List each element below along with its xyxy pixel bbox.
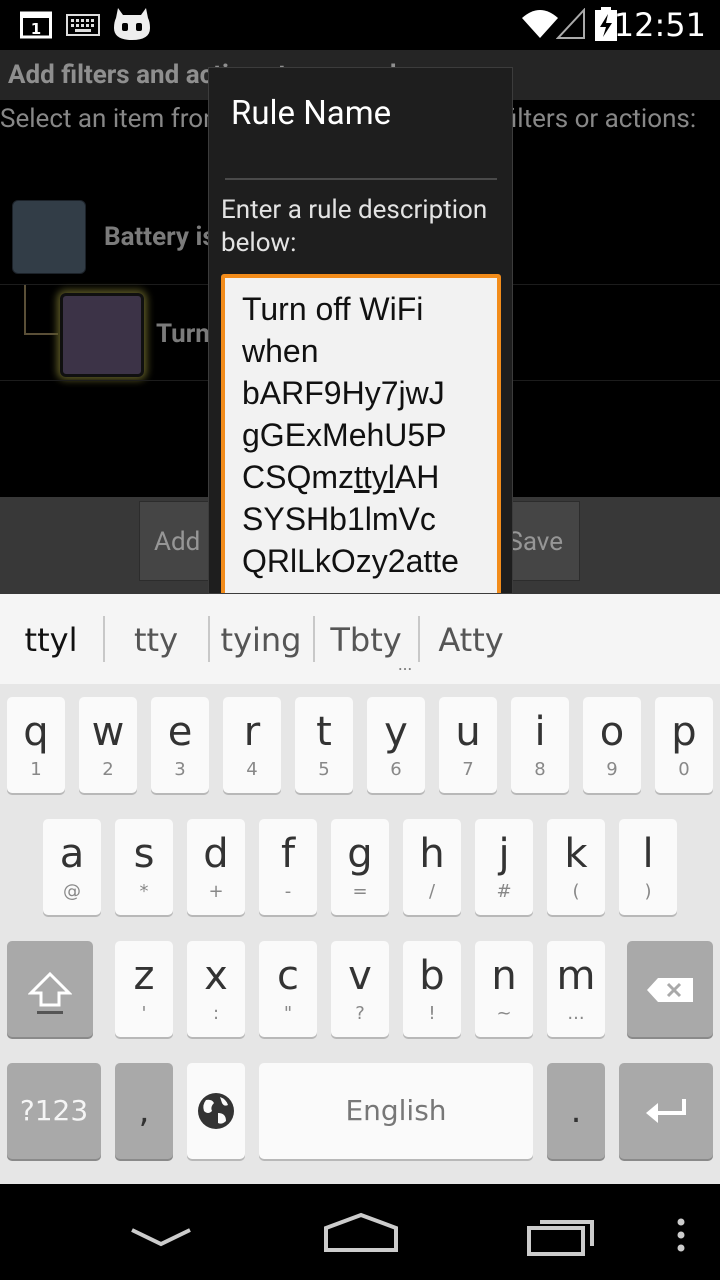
backspace-icon (647, 978, 693, 1002)
period-key[interactable]: . (547, 1063, 605, 1159)
key-x[interactable]: x: (187, 941, 245, 1037)
suggestion-item[interactable]: tty (105, 594, 207, 684)
input-line: Turn off WiFi (242, 291, 424, 327)
screenshot-notification-icon: 1 (20, 11, 52, 39)
key-t[interactable]: t5 (295, 697, 353, 793)
rule-description-input[interactable]: Turn off WiFi when bARF9Hy7jwJ gGExMehU5… (221, 274, 501, 593)
comma-key[interactable]: , (115, 1063, 173, 1159)
key-m[interactable]: m... (547, 941, 605, 1037)
home-icon[interactable] (322, 1212, 400, 1254)
input-line: gGExMehU5P (242, 417, 447, 453)
key-d[interactable]: d + (187, 819, 245, 915)
key-k[interactable]: k( (547, 819, 605, 915)
status-bar: 1 12:51 (0, 0, 720, 50)
delete-key[interactable] (627, 941, 713, 1037)
key-h[interactable]: h / (403, 819, 461, 915)
key-q[interactable]: q1 (7, 697, 65, 793)
suggestion-strip: ttyl tty tying Tbty Atty ... (0, 594, 720, 684)
wifi-icon (522, 10, 558, 38)
key-i[interactable]: i8 (511, 697, 569, 793)
shift-icon (28, 971, 72, 1014)
key-z[interactable]: z ' (115, 941, 173, 1037)
key-y[interactable]: y6 (367, 697, 425, 793)
space-bar[interactable]: English (259, 1063, 533, 1159)
input-line: when (242, 333, 319, 369)
key-a[interactable]: a @ (43, 819, 101, 915)
svg-text:1: 1 (31, 20, 41, 38)
rule-name-dialog: Rule Name Enter a rule description below… (208, 67, 513, 594)
clock: 12:51 (613, 6, 706, 44)
composing-word: ttyl (354, 459, 395, 495)
more-suggestions-indicator[interactable]: ... (398, 654, 412, 675)
input-text: Turn off WiFi when bARF9Hy7jwJ gGExMehU5… (242, 288, 482, 582)
suggestion-item[interactable]: tying (210, 594, 312, 684)
key-g[interactable]: g = (331, 819, 389, 915)
enter-icon (646, 1099, 686, 1123)
cyanogenmod-icon (114, 8, 150, 40)
key-u[interactable]: u7 (439, 697, 497, 793)
recents-icon[interactable] (526, 1214, 598, 1258)
shift-key[interactable] (7, 941, 93, 1037)
symbols-key[interactable]: ?123 (7, 1063, 101, 1159)
key-s[interactable]: s * (115, 819, 173, 915)
dialog-divider (225, 178, 497, 180)
navigation-bar (0, 1184, 720, 1280)
key-f[interactable]: f- (259, 819, 317, 915)
language-key[interactable] (187, 1063, 245, 1159)
key-b[interactable]: b! (403, 941, 461, 1037)
suggestion-item[interactable]: Atty (420, 594, 522, 684)
globe-icon (198, 1093, 234, 1129)
input-line: CSQmzttylAH (242, 459, 440, 495)
key-r[interactable]: r4 (223, 697, 281, 793)
menu-icon[interactable] (674, 1218, 688, 1252)
keyboard-icon (66, 14, 100, 36)
key-j[interactable]: j # (475, 819, 533, 915)
dialog-title: Rule Name (231, 94, 392, 133)
key-l[interactable]: l) (619, 819, 677, 915)
key-w[interactable]: w2 (79, 697, 137, 793)
key-o[interactable]: o9 (583, 697, 641, 793)
input-line: SYSHb1lmVc (242, 501, 436, 537)
key-p[interactable]: p0 (655, 697, 713, 793)
input-line: QRlLkOzy2atte (242, 543, 459, 579)
enter-key[interactable] (619, 1063, 713, 1159)
key-e[interactable]: e3 (151, 697, 209, 793)
key-c[interactable]: c " (259, 941, 317, 1037)
dialog-prompt: Enter a rule description below: (221, 195, 488, 258)
cell-signal-icon (556, 8, 585, 39)
back-icon[interactable] (128, 1226, 194, 1250)
soft-keyboard: q1 w2 e3 r4 t5 y6 u7 i8 o9 p0 a @ s * d + f… (0, 684, 720, 1184)
key-n[interactable]: n ~ (475, 941, 533, 1037)
suggestion-item[interactable]: ttyl (0, 594, 102, 684)
key-v[interactable]: v? (331, 941, 389, 1037)
input-line: bARF9Hy7jwJ (242, 375, 445, 411)
